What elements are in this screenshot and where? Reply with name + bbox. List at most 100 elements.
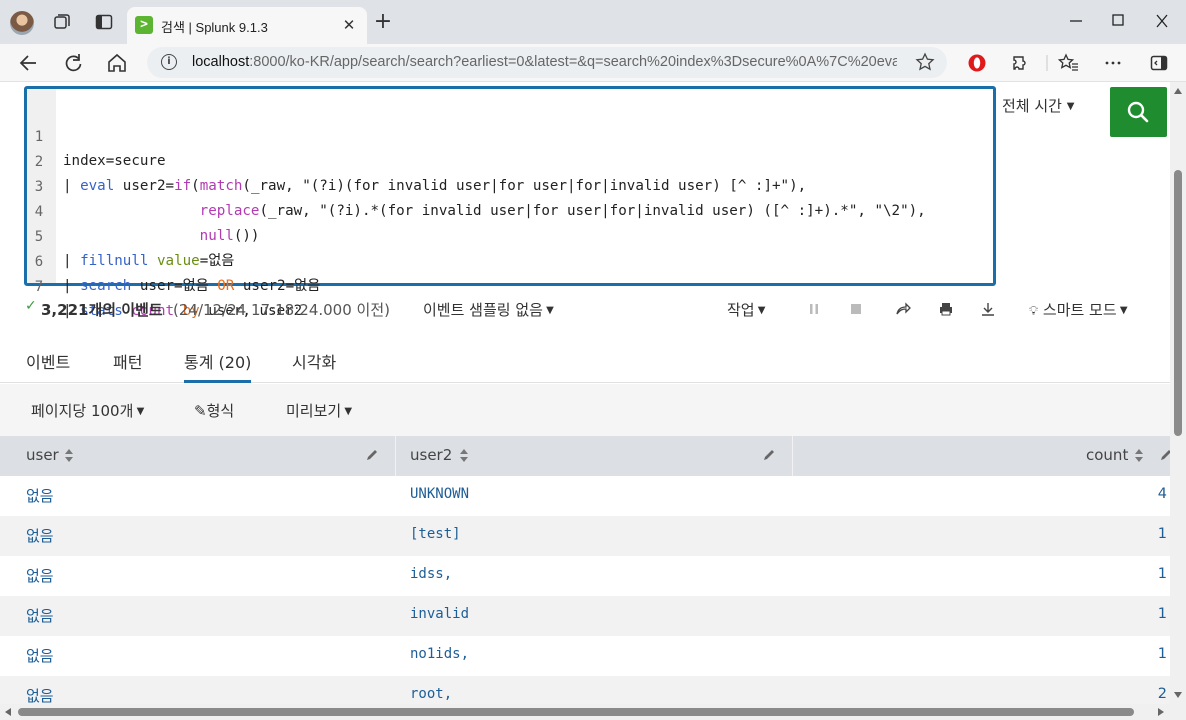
tab-statistics[interactable]: 통계 (20) xyxy=(184,349,252,383)
cell-user2[interactable]: root, xyxy=(410,686,452,702)
vertical-scrollbar[interactable] xyxy=(1170,82,1186,720)
browser-toolbar: i localhost:8000/ko-KR/app/search/search… xyxy=(0,44,1186,82)
cell-count[interactable]: 1 xyxy=(1158,606,1167,622)
column-header-user[interactable]: user xyxy=(0,436,396,476)
cell-user[interactable]: 없음 xyxy=(26,565,54,586)
cell-user2[interactable]: invalid xyxy=(410,606,469,622)
time-range-label: 전체 시간 xyxy=(1002,97,1062,115)
refresh-icon[interactable] xyxy=(60,51,86,75)
opera-extension-icon[interactable] xyxy=(967,53,987,73)
back-arrow-icon[interactable] xyxy=(16,51,42,75)
browser-tab-active[interactable]: > 검색 | Splunk 9.1.3 ✕ xyxy=(127,7,367,44)
cell-user[interactable]: 없음 xyxy=(26,525,54,546)
table-row: 없음 invalid 1 xyxy=(0,596,1170,636)
format-button[interactable]: ✎형식 xyxy=(194,400,234,421)
caret-down-icon: ▼ xyxy=(1066,101,1075,112)
query-line-4: 4 null()) xyxy=(27,176,993,244)
splunk-search-page: 1 index=secure 2 | eval user2=if(match(_… xyxy=(0,82,1186,720)
maximize-icon[interactable] xyxy=(1106,10,1130,32)
table-row: 없음 UNKNOWN 4 xyxy=(0,476,1170,516)
query-line-6: 6 | search user=없음 OR user2=없음 xyxy=(27,226,993,294)
cell-user2[interactable]: idss, xyxy=(410,566,452,582)
favorite-star-icon[interactable] xyxy=(915,52,935,72)
cell-count[interactable]: 2 xyxy=(1158,686,1167,702)
check-icon: ✓ xyxy=(25,298,37,314)
tab-actions-icon[interactable] xyxy=(94,12,114,32)
workspaces-icon[interactable] xyxy=(52,12,72,32)
horizontal-scrollbar[interactable] xyxy=(0,704,1170,720)
edit-column-icon[interactable] xyxy=(365,448,379,462)
search-query-editor[interactable]: 1 index=secure 2 | eval user2=if(match(_… xyxy=(24,86,996,319)
cell-user[interactable]: 없음 xyxy=(26,485,54,506)
per-page-dropdown[interactable]: 페이지당 100개 ▼ xyxy=(31,400,144,421)
cell-count[interactable]: 1 xyxy=(1158,646,1167,662)
results-tabs: 이벤트 패턴 통계 (20) 시각화 xyxy=(0,337,1170,383)
cell-user[interactable]: 없음 xyxy=(26,605,54,626)
sort-icon[interactable] xyxy=(1135,449,1143,462)
tab-visualization[interactable]: 시각화 xyxy=(292,349,336,383)
url-text[interactable]: localhost:8000/ko-KR/app/search/search?e… xyxy=(192,54,897,70)
horizontal-scroll-thumb[interactable] xyxy=(18,708,1134,716)
export-download-icon[interactable] xyxy=(980,301,996,317)
sidebar-toggle-icon[interactable] xyxy=(1149,53,1169,73)
cell-user[interactable]: 없음 xyxy=(26,645,54,666)
scroll-up-icon[interactable] xyxy=(1174,88,1182,94)
browser-titlebar: > 검색 | Splunk 9.1.3 ✕ + xyxy=(0,0,1186,44)
tab-title: 검색 | Splunk 9.1.3 xyxy=(161,20,268,35)
more-options-icon[interactable] xyxy=(1103,53,1123,73)
column-header-count[interactable]: count xyxy=(793,436,1171,476)
column-header-user2[interactable]: user2 xyxy=(396,436,793,476)
time-range-picker[interactable]: 전체 시간 ▼ xyxy=(1002,95,1074,123)
query-line-5: 5 | fillnull value=없음 xyxy=(27,201,993,269)
site-info-icon[interactable]: i xyxy=(161,54,177,70)
table-row: 없음 [test] 1 xyxy=(0,516,1170,556)
home-icon[interactable] xyxy=(104,51,130,75)
stop-icon[interactable] xyxy=(848,301,864,317)
cell-count[interactable]: 1 xyxy=(1158,566,1167,582)
address-bar[interactable]: i localhost:8000/ko-KR/app/search/search… xyxy=(147,47,947,78)
minimize-icon[interactable] xyxy=(1064,10,1088,32)
cell-count[interactable]: 4 xyxy=(1158,486,1167,502)
job-menu-dropdown[interactable]: 작업 ▼ xyxy=(727,299,765,320)
cell-user2[interactable]: no1ids, xyxy=(410,646,469,662)
search-icon xyxy=(1127,101,1149,123)
scroll-left-icon[interactable] xyxy=(5,708,11,716)
preview-dropdown[interactable]: 미리보기 ▼ xyxy=(286,400,352,421)
query-line-7: 7 | stats count by user, user2 xyxy=(27,251,993,319)
cell-user[interactable]: 없음 xyxy=(26,685,54,706)
results-toolbar: 페이지당 100개 ▼ ✎형식 미리보기 ▼ xyxy=(0,384,1170,436)
favorites-icon[interactable] xyxy=(1057,53,1078,73)
tab-events[interactable]: 이벤트 xyxy=(26,349,70,383)
query-line-1: 1 index=secure xyxy=(27,101,993,169)
pause-icon[interactable] xyxy=(806,301,822,317)
cell-count[interactable]: 1 xyxy=(1158,526,1167,542)
new-tab-icon[interactable]: + xyxy=(372,11,394,34)
search-mode-dropdown[interactable]: 💡︎ 스마트 모드 ▼ xyxy=(1029,299,1128,320)
cell-user2[interactable]: [test] xyxy=(410,526,461,542)
query-line-2: 2 | eval user2=if(match(_raw, "(?i)(for … xyxy=(27,126,993,194)
scroll-down-icon[interactable] xyxy=(1174,692,1182,698)
splunk-favicon: > xyxy=(135,16,153,34)
search-button[interactable] xyxy=(1110,87,1167,137)
profile-avatar[interactable] xyxy=(10,11,34,35)
lightbulb-icon: 💡︎ xyxy=(1029,304,1039,319)
job-status-bar: ✓ 3,221개의 이벤트 (24/12/24 17:18:24.000 이전)… xyxy=(0,292,1170,326)
event-sampling-dropdown[interactable]: 이벤트 샘플링 없음 ▼ xyxy=(423,299,554,320)
event-time: (24/12/24 17:18:24.000 이전) xyxy=(173,301,390,319)
table-header: user user2 count xyxy=(0,436,1171,476)
event-count: 3,221개의 이벤트 xyxy=(41,301,163,319)
cell-user2[interactable]: UNKNOWN xyxy=(410,486,469,502)
scroll-right-icon[interactable] xyxy=(1158,708,1164,716)
print-icon[interactable] xyxy=(938,301,954,317)
close-tab-icon[interactable]: ✕ xyxy=(341,17,357,33)
extensions-icon[interactable] xyxy=(1010,53,1030,73)
query-line-3: 3 replace(_raw, "(?i).*(for invalid user… xyxy=(27,151,993,219)
sort-icon[interactable] xyxy=(460,449,468,462)
vertical-scroll-thumb[interactable] xyxy=(1174,170,1182,436)
table-row: 없음 idss, 1 xyxy=(0,556,1170,596)
edit-column-icon[interactable] xyxy=(762,448,776,462)
tab-patterns[interactable]: 패턴 xyxy=(113,349,142,383)
share-icon[interactable] xyxy=(895,301,911,317)
close-window-icon[interactable] xyxy=(1150,10,1174,32)
sort-icon[interactable] xyxy=(65,449,73,462)
